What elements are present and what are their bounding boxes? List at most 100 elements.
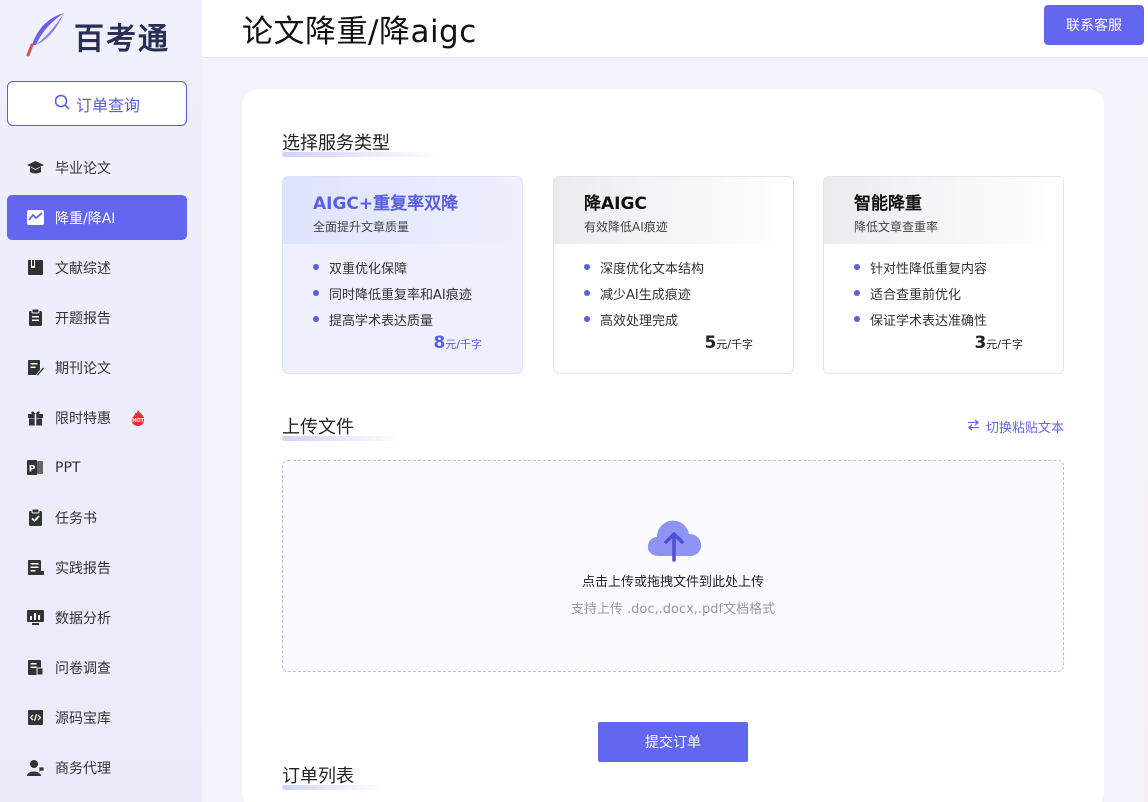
trend-chart-icon — [26, 208, 45, 227]
upload-section-title: 上传文件 — [282, 413, 402, 441]
contact-support-button[interactable]: 联系客服 — [1044, 5, 1144, 45]
switch-paste-text-label: 切换粘贴文本 — [985, 421, 1064, 436]
top-header: 论文降重/降aigc 联系客服 — [202, 0, 1148, 58]
service-features: 针对性降低重复内容 适合查重前优化 保证学术表达准确性 — [824, 244, 1063, 332]
sidebar-item-label: 文献综述 — [55, 260, 111, 277]
sidebar-item-label: 源码宝库 — [55, 710, 111, 727]
service-name: AIGC+重复率双降 — [313, 194, 459, 214]
sidebar-item-ppt[interactable]: P PPT — [7, 445, 187, 490]
upload-format-hint: 支持上传 .doc,.docx,.pdf文档格式 — [570, 602, 776, 617]
order-list-section-title: 订单列表 — [282, 762, 382, 790]
report-icon — [26, 558, 45, 577]
order-query-button[interactable]: 订单查询 — [7, 81, 187, 126]
service-name: 智能降重 — [854, 194, 922, 214]
feather-logo-icon — [26, 11, 68, 61]
service-features: 深度优化文本结构 减少AI生成痕迹 高效处理完成 — [554, 244, 793, 332]
service-feature: 同时降低重复率和AI痕迹 — [313, 280, 522, 306]
service-feature: 针对性降低重复内容 — [854, 254, 1063, 280]
bullet-dot-icon — [854, 316, 860, 322]
sidebar-item-label: 毕业论文 — [55, 160, 111, 177]
graduation-cap-icon — [26, 158, 45, 177]
sidebar-item-agent[interactable]: 商务代理 — [7, 745, 187, 790]
upload-instruction: 点击上传或拖拽文件到此处上传 — [581, 575, 764, 590]
service-section-title: 选择服务类型 — [282, 129, 442, 157]
sidebar-item-label: 数据分析 — [55, 610, 111, 627]
main-card: 选择服务类型 AIGC+重复率双降 全面提升文章质量 双重优化保障 同时降低重复… — [242, 89, 1104, 802]
right-edge-decoration — [1144, 58, 1148, 802]
search-icon — [54, 94, 70, 114]
bullet-dot-icon — [313, 264, 319, 270]
sidebar-item-label: PPT — [55, 459, 81, 476]
sidebar-item-label: 开题报告 — [55, 310, 111, 327]
service-card-aigc[interactable]: 降AIGC 有效降低AI痕迹 深度优化文本结构 减少AI生成痕迹 高效处理完成 … — [553, 176, 794, 374]
service-subtitle: 有效降低AI痕迹 — [584, 220, 668, 234]
service-card-smart-rewrite[interactable]: 智能降重 降低文章查重率 针对性降低重复内容 适合查重前优化 保证学术表达准确性… — [823, 176, 1064, 374]
gift-icon — [26, 408, 45, 427]
bar-chart-icon — [26, 608, 45, 627]
bullet-dot-icon — [854, 264, 860, 270]
sidebar-item-label: 商务代理 — [55, 760, 111, 777]
sidebar-item-label: 任务书 — [55, 510, 97, 527]
sidebar-item-source-code[interactable]: 源码宝库 — [7, 695, 187, 740]
service-subtitle: 降低文章查重率 — [854, 220, 939, 234]
sidebar-item-proposal[interactable]: 开题报告 — [7, 295, 187, 340]
sidebar-item-literature[interactable]: 文献综述 — [7, 245, 187, 290]
service-price: 3元/千字 — [974, 333, 1023, 353]
bullet-dot-icon — [584, 316, 590, 322]
agent-icon — [26, 758, 45, 777]
sidebar-item-label: 期刊论文 — [55, 360, 111, 377]
sidebar-item-journal[interactable]: 期刊论文 — [7, 345, 187, 390]
service-card-header: 降AIGC 有效降低AI痕迹 — [554, 177, 793, 244]
sidebar-item-promo[interactable]: 限时特惠 HOT — [7, 395, 187, 440]
cloud-upload-icon — [645, 516, 703, 566]
service-card-header: 智能降重 降低文章查重率 — [824, 177, 1063, 244]
service-feature: 双重优化保障 — [313, 254, 522, 280]
task-clipboard-icon — [26, 508, 45, 527]
sidebar-item-task[interactable]: 任务书 — [7, 495, 187, 540]
service-feature: 提高学术表达质量 — [313, 306, 522, 332]
clipboard-icon — [26, 308, 45, 327]
page-title: 论文降重/降aigc — [242, 14, 477, 50]
sidebar-item-label: 降重/降AI — [55, 210, 116, 227]
hot-badge-icon: HOT — [129, 409, 147, 427]
service-price: 8元/千字 — [433, 333, 482, 353]
brand-name: 百考通 — [74, 22, 170, 57]
svg-text:HOT: HOT — [132, 418, 144, 424]
file-upload-dropzone[interactable]: 点击上传或拖拽文件到此处上传 支持上传 .doc,.docx,.pdf文档格式 — [282, 460, 1064, 672]
bullet-dot-icon — [584, 290, 590, 296]
sidebar-item-label: 限时特惠 — [55, 410, 111, 427]
service-feature: 保证学术表达准确性 — [854, 306, 1063, 332]
service-name: 降AIGC — [584, 194, 647, 214]
edit-document-icon — [26, 358, 45, 377]
order-query-label: 订单查询 — [75, 95, 140, 115]
service-feature: 高效处理完成 — [584, 306, 793, 332]
swap-arrows-icon — [967, 418, 980, 435]
submit-order-button[interactable]: 提交订单 — [598, 722, 748, 762]
sidebar-item-data-analysis[interactable]: 数据分析 — [7, 595, 187, 640]
bullet-dot-icon — [313, 316, 319, 322]
ppt-icon: P — [26, 458, 45, 477]
service-price: 5元/千字 — [704, 333, 753, 353]
sidebar-item-thesis[interactable]: 毕业论文 — [7, 145, 187, 190]
sidebar-item-rewrite[interactable]: 降重/降AI — [7, 195, 187, 240]
code-icon — [26, 708, 45, 727]
svg-text:P: P — [29, 465, 36, 475]
logo[interactable]: 百考通 — [26, 12, 170, 60]
survey-icon — [26, 658, 45, 677]
service-card-header: AIGC+重复率双降 全面提升文章质量 — [283, 177, 522, 244]
sidebar-item-practice[interactable]: 实践报告 — [7, 545, 187, 590]
bullet-dot-icon — [854, 290, 860, 296]
service-features: 双重优化保障 同时降低重复率和AI痕迹 提高学术表达质量 — [283, 244, 522, 332]
sidebar-item-label: 问卷调查 — [55, 660, 111, 677]
service-feature: 适合查重前优化 — [854, 280, 1063, 306]
sidebar-item-label: 实践报告 — [55, 560, 111, 577]
sidebar-nav: 毕业论文 降重/降AI 文献综述 开题报告 期刊论文 限时特惠 HOT P PP… — [0, 145, 202, 795]
book-icon — [26, 258, 45, 277]
sidebar-item-survey[interactable]: 问卷调查 — [7, 645, 187, 690]
service-feature: 深度优化文本结构 — [584, 254, 793, 280]
service-card-dual[interactable]: AIGC+重复率双降 全面提升文章质量 双重优化保障 同时降低重复率和AI痕迹 … — [282, 176, 523, 374]
bullet-dot-icon — [584, 264, 590, 270]
switch-paste-text-link[interactable]: 切换粘贴文本 — [967, 417, 1064, 436]
service-subtitle: 全面提升文章质量 — [313, 220, 410, 234]
bullet-dot-icon — [313, 290, 319, 296]
